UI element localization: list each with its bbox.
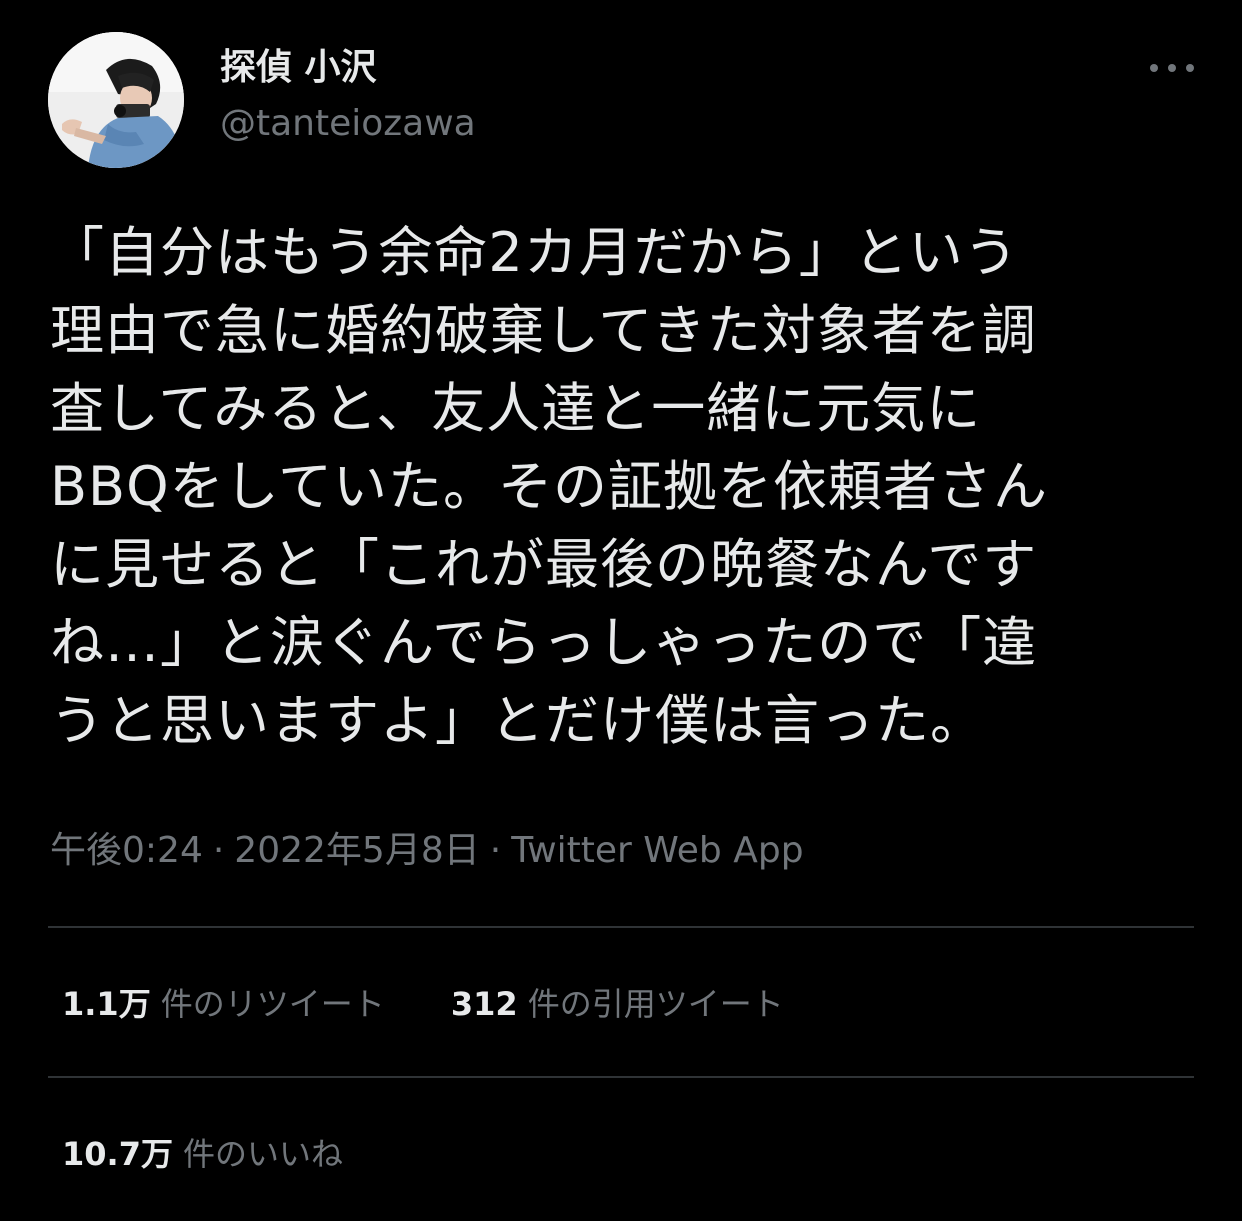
user-avatar-photo [48, 32, 184, 168]
likes-count: 10.7万 [62, 1135, 173, 1173]
tweet-text: 「自分はもう余命2カ月だから」という 理由で急に婚約破棄してきた対象者を調 査し… [50, 214, 1195, 760]
tweet-metadata: 午後0:24 · 2022年5月8日 · Twitter Web App [50, 826, 804, 876]
author-avatar[interactable] [48, 32, 184, 168]
tweet-date[interactable]: 2022年5月8日 [234, 830, 479, 871]
more-options-button[interactable] [1144, 50, 1200, 86]
divider [48, 1076, 1194, 1078]
tweet-time[interactable]: 午後0:24 [50, 830, 203, 871]
tweet-text-line: 理由で急に婚約破棄してきた対象者を調 [50, 299, 1037, 362]
divider [48, 926, 1194, 928]
author-handle[interactable]: @tanteiozawa [220, 100, 476, 148]
quotes-stat[interactable]: 312 件の引用ツイート [451, 982, 784, 1026]
tweet-source-link[interactable]: Twitter Web App [511, 830, 803, 871]
likes-stat[interactable]: 10.7万 件のいいね [62, 1132, 343, 1176]
tweet-text-line: うと思いますよ」とだけ僕は言った。 [50, 689, 985, 752]
author-display-name[interactable]: 探偵 小沢 [220, 44, 377, 92]
tweet-text-line: ね…」と涙ぐんでらっしゃったので「違 [50, 611, 1038, 674]
meta-separator: · [212, 830, 225, 871]
more-horizontal-icon [1150, 64, 1194, 72]
likes-label: 件のいいね [182, 1135, 343, 1173]
quotes-count: 312 [450, 985, 518, 1023]
retweets-stat[interactable]: 1.1万 件のリツイート [62, 982, 385, 1026]
tweet-text-line: 査してみると、友人達と一緒に元気に [50, 377, 982, 440]
quotes-label: 件の引用ツイート [527, 985, 784, 1023]
retweets-count: 1.1万 [62, 985, 151, 1023]
retweets-label: 件のリツイート [160, 985, 385, 1023]
likes-stats-row: 10.7万 件のいいね [62, 1132, 399, 1176]
tweet-text-line: 「自分はもう余命2カ月だから」という [50, 221, 1019, 284]
tweet-text-line: BBQをしていた。その証拠を依頼者さん [50, 455, 1048, 518]
meta-separator: · [489, 830, 502, 871]
engagement-stats-row: 1.1万 件のリツイート 312 件の引用ツイート [62, 982, 840, 1026]
tweet-text-line: に見せると「これが最後の晩餐なんです [50, 533, 1038, 596]
